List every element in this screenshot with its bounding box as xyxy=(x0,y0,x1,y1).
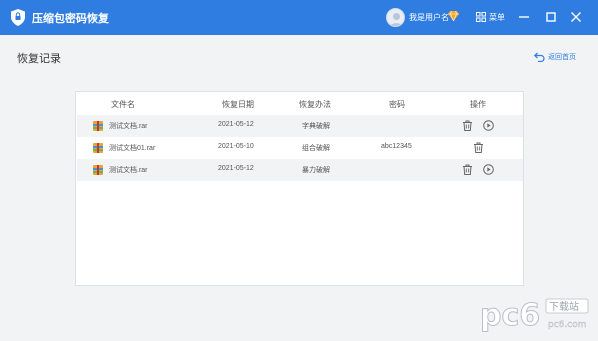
column-header-method: 恢复办法 xyxy=(299,100,331,109)
delete-icon[interactable] xyxy=(473,142,484,153)
close-icon xyxy=(571,12,581,22)
column-header-actions: 操作 xyxy=(470,100,486,109)
user-name[interactable]: 我是用户名 xyxy=(409,12,449,23)
table-row[interactable]: 测试文档01.rar 2021-05-10 组合破解 abc12345 xyxy=(77,137,523,159)
archive-file-icon xyxy=(93,121,103,131)
shield-lock-icon xyxy=(11,9,25,26)
archive-file-icon xyxy=(93,165,103,175)
play-resume-icon[interactable] xyxy=(483,120,494,131)
column-header-filename: 文件名 xyxy=(111,100,135,109)
user-avatar-icon xyxy=(390,13,403,26)
column-header-password: 密码 xyxy=(389,100,405,109)
minimize-button[interactable] xyxy=(514,7,534,27)
svg-text:pc6.com: pc6.com xyxy=(548,320,586,330)
file-name: 测试文档.rar xyxy=(109,123,148,130)
recovery-method: 字典破解 xyxy=(302,123,330,130)
column-header-date: 恢复日期 xyxy=(222,100,254,109)
recovery-date: 2021-05-12 xyxy=(218,121,254,128)
recovery-date: 2021-05-12 xyxy=(218,165,254,172)
delete-icon[interactable] xyxy=(462,164,473,175)
page-title: 恢复记录 xyxy=(17,53,61,65)
recovery-method: 组合破解 xyxy=(302,145,330,152)
svg-text:下载站: 下载站 xyxy=(549,300,579,313)
pc6-watermark-logo: pc6 下载站 pc6.com xyxy=(480,298,589,334)
close-button[interactable] xyxy=(566,7,586,27)
app-title: 压缩包密码恢复 xyxy=(32,13,109,25)
table-row[interactable]: 测试文档.rar 2021-05-12 暴力破解 xyxy=(77,159,523,181)
title-bar: 压缩包密码恢复 我是用户名 菜单 xyxy=(0,0,598,35)
back-home-link[interactable]: 返回首页 xyxy=(534,51,584,63)
return-arrow-icon xyxy=(534,52,545,62)
back-home-label[interactable]: 返回首页 xyxy=(548,52,576,62)
file-name: 测试文档.rar xyxy=(109,167,148,174)
minimize-icon xyxy=(519,16,529,18)
file-name: 测试文档01.rar xyxy=(109,145,156,152)
svg-text:pc6: pc6 xyxy=(480,298,540,333)
records-table: 文件名 恢复日期 恢复办法 密码 操作 测试文档.rar 2021-05-12 … xyxy=(75,91,524,286)
delete-icon[interactable] xyxy=(462,120,473,131)
maximize-button[interactable] xyxy=(541,7,561,27)
play-resume-icon[interactable] xyxy=(483,164,494,175)
recovery-method: 暴力破解 xyxy=(302,167,330,174)
archive-file-icon xyxy=(93,143,103,153)
menu-button[interactable]: 菜单 xyxy=(489,12,505,23)
maximize-icon xyxy=(546,12,556,22)
table-row[interactable]: 测试文档.rar 2021-05-12 字典破解 xyxy=(77,115,523,137)
vip-diamond-icon xyxy=(448,11,459,21)
recovery-date: 2021-05-10 xyxy=(218,143,254,150)
avatar[interactable] xyxy=(386,8,405,27)
password-value: abc12345 xyxy=(381,143,412,150)
menu-grid-icon[interactable] xyxy=(476,12,486,22)
